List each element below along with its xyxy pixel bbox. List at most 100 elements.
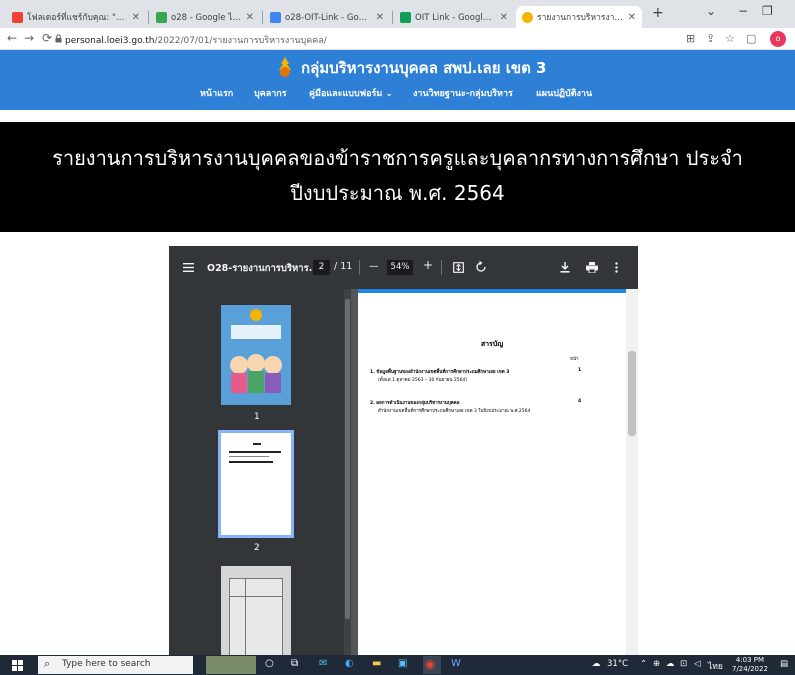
page-top-accent [358,289,626,293]
zoom-out-button[interactable]: — [369,261,379,272]
minimize-icon[interactable]: − [738,4,748,18]
translate-icon[interactable]: ⊞ [686,32,695,45]
windows-taskbar: ⌕ Type here to search ○ ⧉ ✉ ◐ ▬ ▣ ◉ W ☁ … [0,655,795,675]
tab-o28-drive[interactable]: o28 - Google ไดรฟ์ ✕ [150,6,260,28]
google-sheets-icon [270,11,281,23]
tab-title: o28-OIT-Link - Google ชีต [285,13,372,23]
toc-entry-2-page: 4 [578,399,582,404]
download-icon[interactable] [560,262,570,273]
fit-page-icon[interactable] [453,262,464,273]
mail-app-icon[interactable]: ✉ [319,658,327,669]
store-app-icon[interactable]: ▣ [398,658,407,669]
menu-item-personnel[interactable]: บุคลากร [254,86,287,100]
browser-tab-bar: โฟลเดอร์ที่แชร์กับคุณ: "o28" ✕ o28 - Goo… [0,0,795,28]
taskbar-search-input[interactable]: ⌕ Type here to search [38,656,193,674]
toc-entry-2-heading: 2. ผลการดำเนินงานของกลุ่มบริหารงานบุคคล [370,401,460,406]
rotate-icon[interactable] [475,261,487,273]
system-clock[interactable]: 4:03 PM 7/24/2022 [732,656,768,674]
file-explorer-icon[interactable]: ▬ [372,658,381,669]
tab-close-icon[interactable]: ✕ [246,12,254,23]
clock-time: 4:03 PM [735,656,765,664]
main-menu: หน้าแรก บุคลากร คู่มือและแบบฟอร์ม ⌄ งานว… [0,86,795,102]
gmail-icon [12,11,23,23]
task-view-icon[interactable]: ⧉ [291,658,298,669]
forward-icon[interactable]: → [24,31,34,45]
menu-icon[interactable] [183,263,194,272]
tab-title: OIT Link - Google ไดรฟ์ [415,13,496,23]
notifications-icon[interactable]: ▤ [780,659,788,669]
tab-shared-folder[interactable]: โฟลเดอร์ที่แชร์กับคุณ: "o28" ✕ [6,6,146,28]
temperature-readout[interactable]: 31°C [607,659,628,669]
pdf-page: สารบัญ หน้า 1. ข้อมูลพื้นฐานของสำนักงานเ… [358,289,626,656]
zoom-in-button[interactable]: + [423,258,433,272]
menu-item-home[interactable]: หน้าแรก [200,86,233,100]
side-panel-icon[interactable]: ▢ [746,32,756,45]
tab-search-icon[interactable]: ⌄ [706,4,716,18]
tab-oit-link-drive[interactable]: OIT Link - Google ไดรฟ์ ✕ [394,6,514,28]
new-tab-button[interactable]: + [652,5,664,21]
weather-icon[interactable]: ☁ [592,659,601,669]
page-total: / 11 [334,261,353,272]
url-input[interactable]: personal.loei3.go.th/2022/07/01/รายงานกา… [65,33,327,47]
search-highlight-image[interactable] [206,656,256,674]
sidebar-scrollbar[interactable] [344,289,351,656]
tab-close-icon[interactable]: ✕ [376,12,384,23]
input-language[interactable]: ไทย [708,659,723,673]
restore-icon[interactable]: ❐ [762,4,773,18]
page-title-banner: รายงานการบริหารงานบุคคลของข้าราชการครูแล… [0,122,795,232]
page-title-line-2: ปีงบประมาณ พ.ศ. 2564 [290,181,505,205]
tab-title: โฟลเดอร์ที่แชร์กับคุณ: "o28" [27,13,128,23]
document-scrollbar[interactable] [626,289,638,656]
more-options-icon[interactable] [615,262,618,273]
toc-entry-1-heading: 1. ข้อมูลพื้นฐานของสำนักงานเขตพื้นที่การ… [370,370,510,375]
tab-divider [262,11,263,24]
tab-divider [148,11,149,24]
chrome-taskbar-icon[interactable]: ◉ [423,656,441,674]
page-thumbnail-2-selected[interactable] [218,430,294,538]
volume-icon[interactable]: ◁ [694,659,701,669]
zoom-level-input[interactable]: 54% [387,260,413,275]
share-icon[interactable]: ⇪ [706,32,715,45]
reload-icon[interactable]: ⟳ [42,31,52,45]
cortana-icon[interactable]: ○ [265,658,274,669]
search-placeholder: Type here to search [62,659,151,669]
back-icon[interactable]: ← [7,31,17,45]
tab-close-icon[interactable]: ✕ [132,12,140,23]
pdf-viewer: O28-รายงานการบริหาร... 2 / 11 — 54% + 1 … [169,246,638,656]
menu-item-work-plan[interactable]: แผนปฏิบัติงาน [536,86,592,100]
profile-avatar[interactable]: o [770,31,786,47]
tab-close-icon[interactable]: ✕ [500,12,508,23]
lock-icon [55,34,62,43]
google-sheets-icon [400,11,411,23]
onedrive-icon[interactable]: ☁ [666,659,675,669]
organization-logo-icon[interactable] [274,56,296,78]
tray-meet-icon[interactable]: ⊕ [653,659,660,669]
menu-item-academic-standing[interactable]: งานวิทยฐานะ-กลุ่มบริหาร [413,86,513,100]
menu-item-manuals-forms[interactable]: คู่มือและแบบฟอร์ม ⌄ [309,86,393,100]
windows-start-icon[interactable] [12,660,23,671]
word-app-icon[interactable]: W [451,658,461,669]
network-icon[interactable]: ⊡ [680,659,687,669]
tab-close-icon[interactable]: ✕ [628,12,636,23]
edge-browser-icon[interactable]: ◐ [345,658,354,669]
tab-divider [392,11,393,24]
page-thumbnail-1[interactable] [221,305,291,405]
site-header: กลุ่มบริหารงานบุคคล สพป.เลย เขต 3 หน้าแร… [0,50,795,110]
print-icon[interactable] [586,262,598,273]
document-scrollbar-thumb[interactable] [628,351,636,436]
tab-active-report[interactable]: รายงานการบริหารงานบุคคลของ ✕ [516,6,642,28]
toc-page-column-header: หน้า [570,357,579,362]
search-icon: ⌕ [44,657,51,670]
sidebar-scrollbar-thumb[interactable] [345,299,350,619]
bookmark-star-icon[interactable]: ☆ [725,32,735,45]
tab-oit-link-sheet[interactable]: o28-OIT-Link - Google ชีต ✕ [264,6,390,28]
site-title[interactable]: กลุ่มบริหารงานบุคคล สพป.เลย เขต 3 [301,56,547,80]
page-thumbnail-3[interactable] [221,566,291,656]
url-domain: personal.loei3.go.th [65,36,155,46]
clock-date: 7/24/2022 [732,665,768,673]
tray-overflow-icon[interactable]: ⌃ [640,659,647,669]
tab-title: o28 - Google ไดรฟ์ [171,13,242,23]
page-number-input[interactable]: 2 [313,260,330,275]
thumbnail-label-2: 2 [254,543,260,553]
toc-entry-1-sub: (ตั้งแต่ 1 ตุลาคม 2563 – 30 กันยายน 2564… [378,378,468,383]
